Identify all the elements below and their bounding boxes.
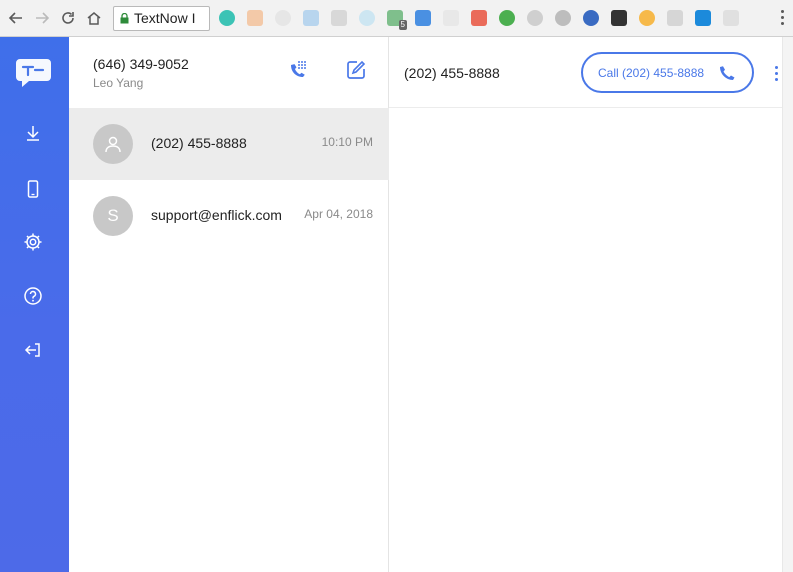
- scrollbar[interactable]: [782, 37, 793, 572]
- settings-icon[interactable]: [22, 231, 44, 253]
- textnow-logo: [16, 59, 51, 87]
- conversation-time: 10:10 PM: [321, 135, 373, 149]
- extension-icon[interactable]: [527, 10, 543, 26]
- extension-icon[interactable]: [555, 10, 571, 26]
- extension-icon[interactable]: [471, 10, 487, 26]
- conversation-item[interactable]: (202) 455-8888 10:10 PM: [69, 108, 389, 180]
- menu-dots-icon[interactable]: [781, 10, 785, 25]
- extension-icon[interactable]: [359, 10, 375, 26]
- call-button[interactable]: Call (202) 455-8888: [581, 52, 754, 93]
- account-header: (646) 349-9052 Leo Yang: [69, 37, 389, 108]
- forward-icon[interactable]: [29, 5, 55, 31]
- account-name: Leo Yang: [93, 76, 144, 90]
- phone-icon: [720, 66, 735, 80]
- dialpad-call-icon[interactable]: [287, 59, 309, 81]
- browser-toolbar: TextNow I 5: [0, 0, 793, 37]
- help-icon[interactable]: [22, 285, 44, 307]
- extension-icon[interactable]: [723, 10, 739, 26]
- conversation-time: Apr 04, 2018: [304, 207, 373, 221]
- extension-icon[interactable]: [667, 10, 683, 26]
- extensions-bar: 5: [219, 10, 751, 30]
- thread-panel: (202) 455-8888 Call (202) 455-8888: [389, 37, 793, 572]
- avatar: S: [93, 196, 133, 236]
- conversation-item[interactable]: S support@enflick.com Apr 04, 2018: [69, 180, 389, 252]
- back-icon[interactable]: [3, 5, 29, 31]
- extension-icon[interactable]: [331, 10, 347, 26]
- extension-icon[interactable]: 5: [387, 10, 407, 30]
- conversation-list-panel: (646) 349-9052 Leo Yang (202) 455-8888 1…: [69, 37, 389, 572]
- extension-icon[interactable]: [639, 10, 655, 26]
- person-icon: [105, 136, 121, 153]
- extension-icon[interactable]: [583, 10, 599, 26]
- home-icon[interactable]: [81, 5, 107, 31]
- call-button-label: Call (202) 455-8888: [598, 65, 705, 80]
- lock-icon: [120, 12, 129, 23]
- extension-icon[interactable]: [443, 10, 459, 26]
- extension-icon[interactable]: [219, 10, 235, 26]
- conversation-title: (202) 455-8888: [151, 135, 247, 151]
- extension-icon[interactable]: [695, 10, 711, 26]
- extension-icon[interactable]: [611, 10, 627, 26]
- app-sidebar: [0, 37, 69, 572]
- extension-icon[interactable]: [247, 10, 263, 26]
- phone-device-icon[interactable]: [22, 178, 44, 200]
- extension-badge: 5: [398, 20, 407, 30]
- extension-icon[interactable]: [499, 10, 515, 26]
- compose-icon[interactable]: [345, 59, 367, 81]
- extension-icon[interactable]: [303, 10, 319, 26]
- thread-header: (202) 455-8888 Call (202) 455-8888: [389, 37, 793, 108]
- account-number: (646) 349-9052: [93, 56, 189, 72]
- avatar: [93, 124, 133, 164]
- more-options-icon[interactable]: [775, 66, 779, 81]
- conversation-title: support@enflick.com: [151, 207, 282, 223]
- logout-icon[interactable]: [22, 339, 44, 361]
- reload-icon[interactable]: [55, 5, 81, 31]
- download-icon[interactable]: [22, 122, 44, 144]
- extension-icon[interactable]: [275, 10, 291, 26]
- thread-title: (202) 455-8888: [404, 65, 500, 81]
- address-bar[interactable]: TextNow I: [113, 5, 210, 31]
- extension-icon[interactable]: [415, 10, 431, 26]
- tab-title: TextNow I: [134, 10, 196, 26]
